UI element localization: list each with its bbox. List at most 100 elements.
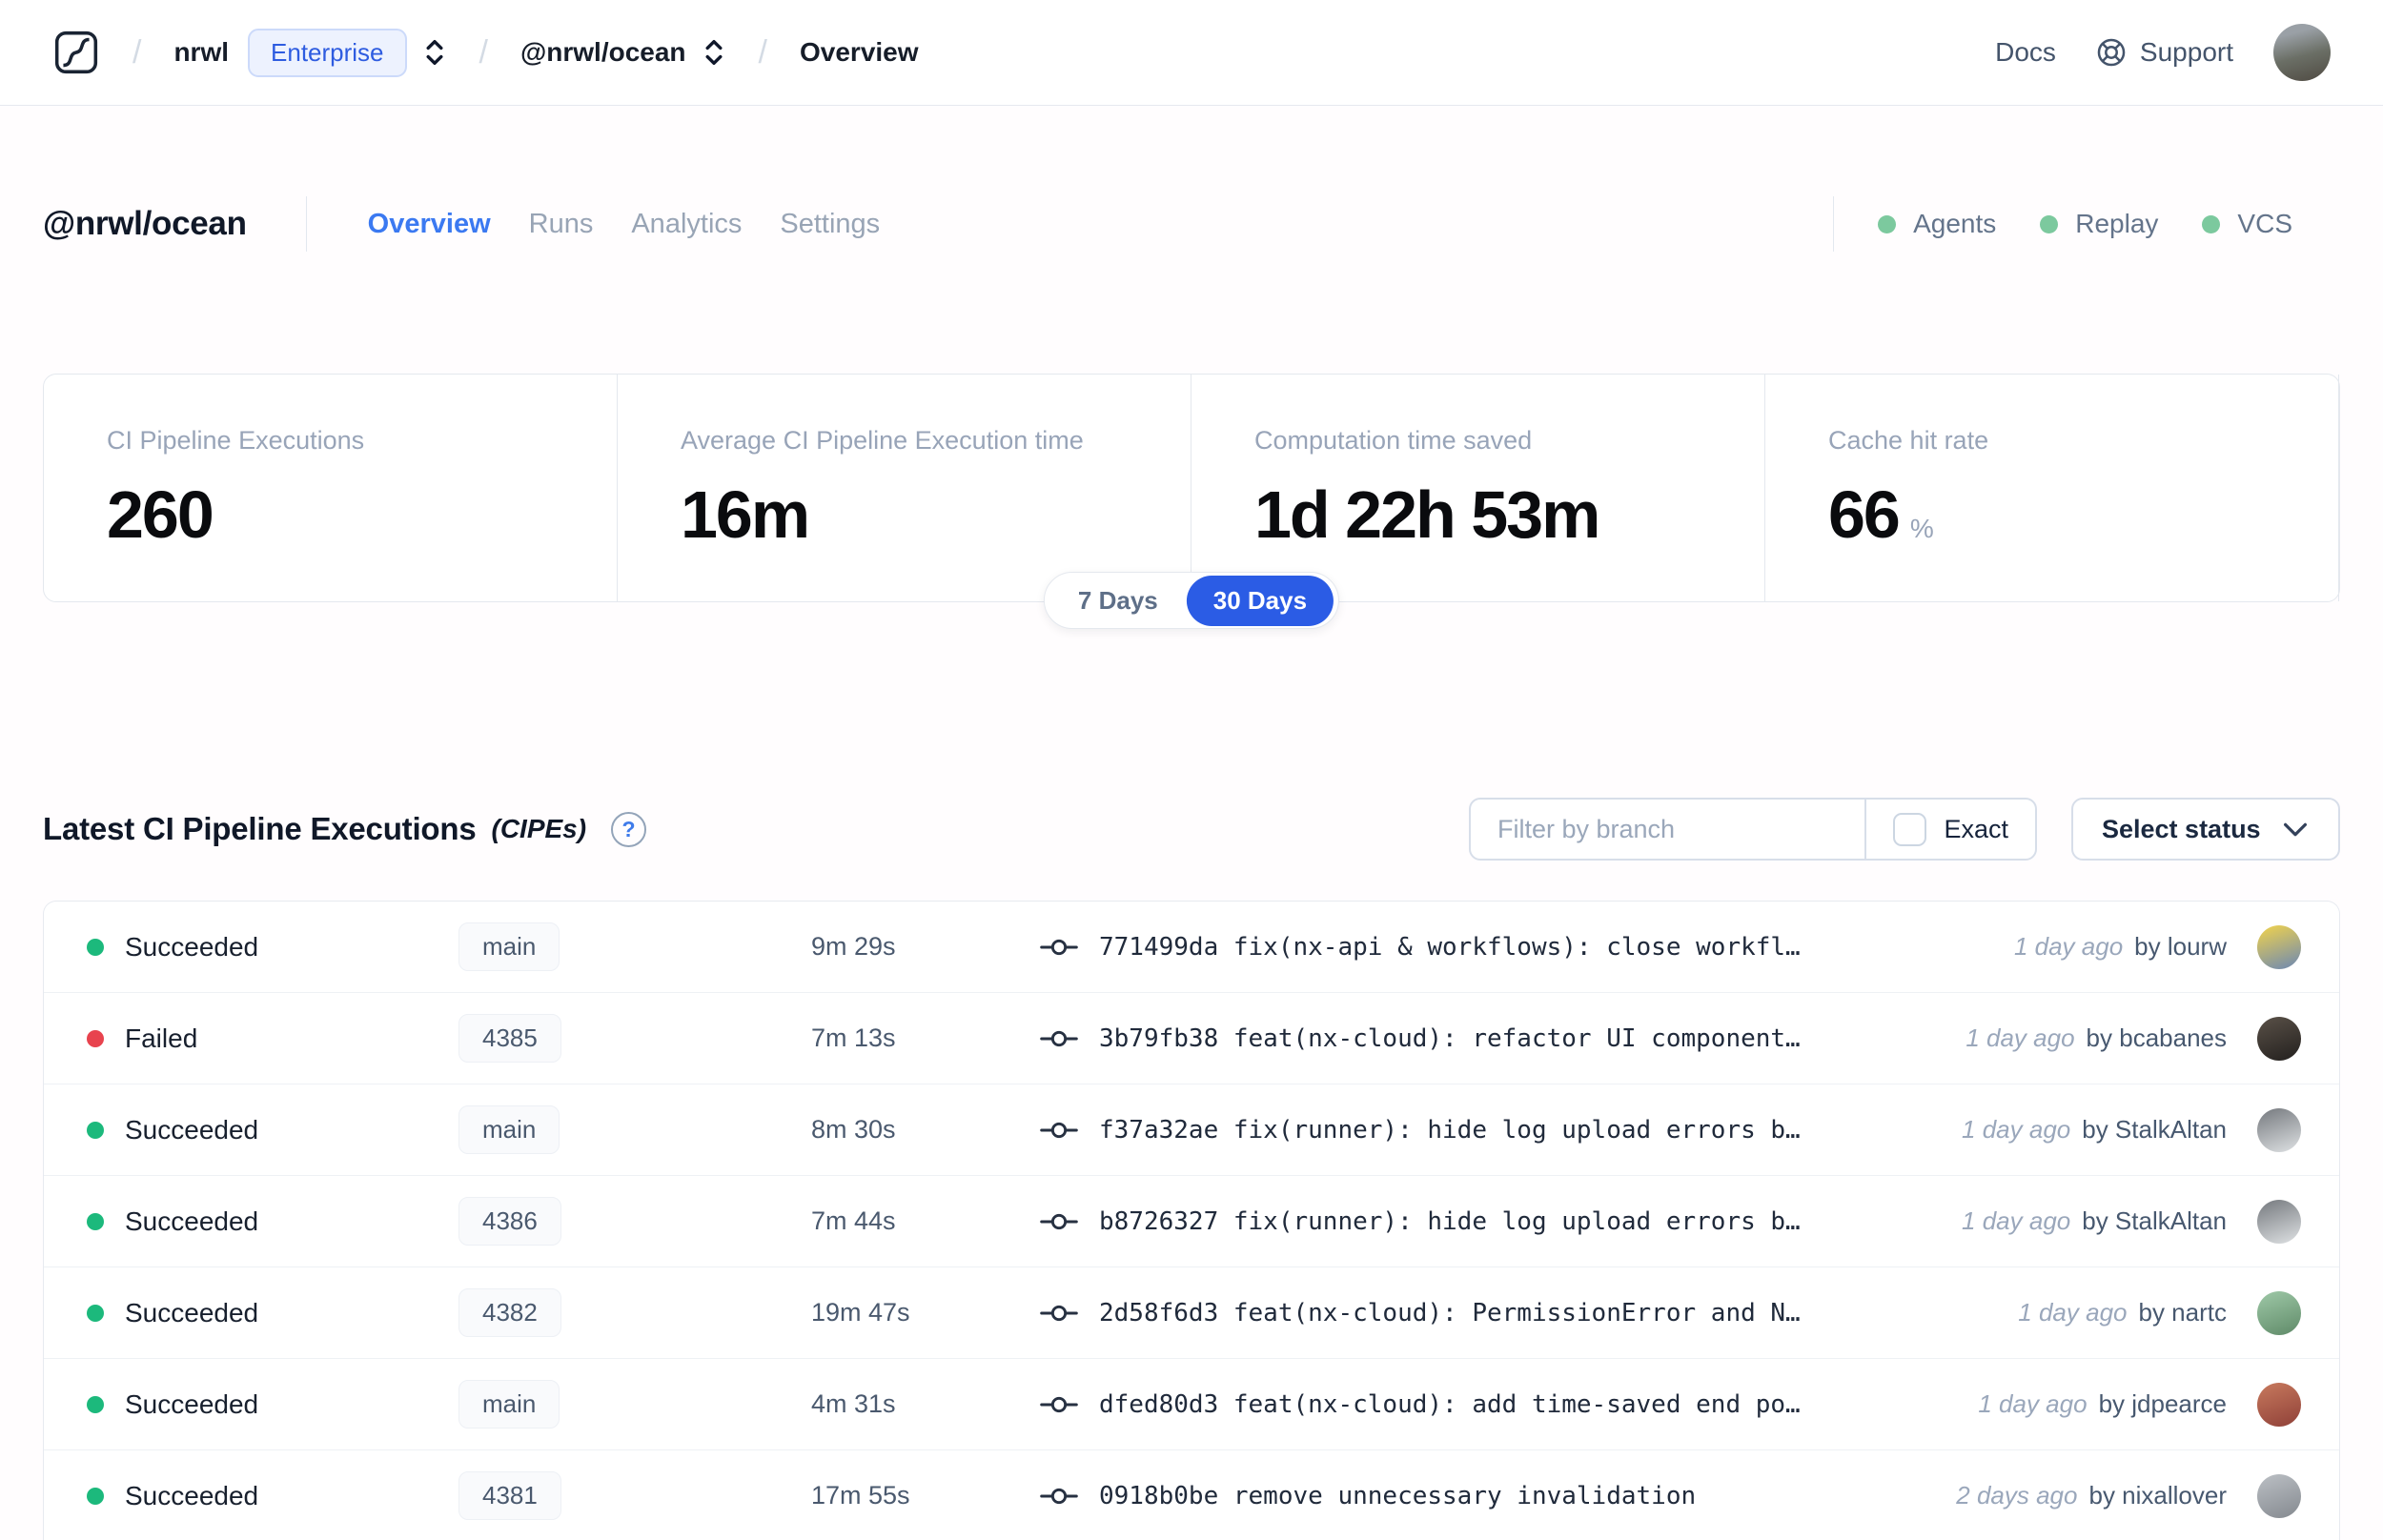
commit-cell: f37a32ae fix(runner): hide log upload er… (1040, 1116, 1962, 1145)
git-commit-icon (1040, 1213, 1078, 1229)
author-label: by bcabanes (2086, 1023, 2227, 1052)
feature-status-legend: Agents Replay VCS (1833, 196, 2340, 252)
workspace-switcher-chevron-icon[interactable] (702, 36, 726, 69)
status-label: Succeeded (125, 1388, 259, 1419)
branch-filter-input[interactable] (1471, 800, 1865, 859)
table-row[interactable]: Succeeded main 9m 29s 771499da fix(nx-ap… (44, 902, 2339, 993)
table-row[interactable]: Succeeded 4386 7m 44s b8726327 fix(runne… (44, 1176, 2339, 1267)
workspace-title: @nrwl/ocean (43, 205, 247, 242)
duration-label: 8m 30s (811, 1115, 896, 1144)
status-dot-icon (87, 1121, 104, 1139)
timestamp: 1 day ago (1962, 1115, 2071, 1144)
breadcrumb-workspace[interactable]: @nrwl/ocean (520, 37, 686, 68)
timestamp: 2 days ago (1956, 1481, 2078, 1510)
commit-message: 0918b0be remove unnecessary invalidation (1099, 1481, 1697, 1510)
duration-label: 17m 55s (811, 1481, 910, 1510)
select-status-dropdown[interactable]: Select status (2071, 798, 2340, 861)
table-row[interactable]: Succeeded 4381 17m 55s 0918b0be remove u… (44, 1450, 2339, 1540)
branch-cell: 4382 (458, 1288, 811, 1337)
timestamp: 1 day ago (1978, 1389, 2088, 1418)
tab-overview[interactable]: Overview (368, 209, 491, 240)
status-dot-icon (87, 1395, 104, 1413)
meta-cell: 1 day ago by StalkAltan (1962, 1199, 2301, 1244)
commit-message: 2d58f6d3 feat(nx-cloud): PermissionError… (1099, 1298, 1801, 1327)
branch-cell: main (458, 1380, 811, 1429)
status-label: Succeeded (125, 1297, 259, 1327)
nx-cloud-logo-icon[interactable] (52, 29, 100, 76)
meta-cell: 1 day ago by jdpearce (1978, 1382, 2301, 1427)
cipe-table: Succeeded main 9m 29s 771499da fix(nx-ap… (43, 901, 2340, 1540)
status-dot-icon (87, 1304, 104, 1322)
branch-cell: 4386 (458, 1197, 811, 1246)
status-label: Failed (125, 1023, 198, 1053)
timestamp: 1 day ago (2013, 932, 2124, 961)
git-commit-icon (1040, 1488, 1078, 1504)
org-switcher-chevron-icon[interactable] (422, 36, 447, 69)
exact-checkbox[interactable] (1893, 812, 1927, 846)
status-dot-icon (87, 1487, 104, 1505)
timestamp: 1 day ago (2018, 1298, 2128, 1327)
breadcrumb-separator: / (132, 33, 142, 71)
docs-link[interactable]: Docs (1995, 37, 2056, 68)
toggle-7-days[interactable]: 7 Days (1049, 586, 1187, 616)
commit-cell: 3b79fb38 feat(nx-cloud): refactor UI com… (1040, 1024, 1965, 1053)
branch-cell: 4385 (458, 1014, 811, 1063)
author-label: by lourw (2134, 932, 2227, 961)
table-row[interactable]: Succeeded main 4m 31s dfed80d3 feat(nx-c… (44, 1359, 2339, 1450)
table-row[interactable]: Succeeded 4382 19m 47s 2d58f6d3 feat(nx-… (44, 1267, 2339, 1359)
breadcrumb: / nrwl Enterprise / @nrwl/ocean / Overvi… (52, 28, 919, 77)
breadcrumb-separator: / (479, 33, 488, 71)
status-label: Succeeded (125, 1480, 259, 1510)
green-status-dot-icon (1878, 214, 1897, 233)
commit-cell: b8726327 fix(runner): hide log upload er… (1040, 1207, 1962, 1236)
breadcrumb-org[interactable]: nrwl (173, 37, 229, 68)
stat-value: 16m (681, 477, 810, 552)
status-agents: Agents (1878, 209, 1996, 239)
author-avatar (2257, 1107, 2301, 1152)
status-cell: Succeeded (87, 1206, 458, 1237)
table-row[interactable]: Failed 4385 7m 13s 3b79fb38 feat(nx-clou… (44, 993, 2339, 1084)
status-cell: Succeeded (87, 1389, 458, 1420)
tab-settings[interactable]: Settings (780, 209, 880, 240)
divider (1833, 196, 1835, 252)
author-avatar (2257, 1473, 2301, 1518)
timestamp: 1 day ago (1962, 1206, 2071, 1235)
stat-value: 260 (107, 477, 214, 552)
workspace-header: @nrwl/ocean Overview Runs Analytics Sett… (43, 196, 2340, 252)
stats-cards: CI Pipeline Executions 260 Average CI Pi… (43, 374, 2340, 629)
breadcrumb-page: Overview (800, 37, 919, 67)
stat-computation-time-saved: Computation time saved 1d 22h 53m (1192, 375, 1765, 601)
stat-average-execution-time: Average CI Pipeline Execution time 16m (618, 375, 1192, 601)
branch-badge: main (458, 922, 560, 971)
tab-runs[interactable]: Runs (529, 209, 594, 240)
chevron-down-icon (2284, 822, 2307, 837)
percent-suffix: % (1909, 514, 1934, 543)
commit-cell: 0918b0be remove unnecessary invalidation (1040, 1482, 1956, 1510)
branch-cell: main (458, 922, 811, 971)
date-range-toggle: 7 Days 30 Days (1043, 572, 1340, 629)
author-avatar (2257, 1016, 2301, 1061)
stat-label: Cache hit rate (1828, 426, 1989, 455)
git-commit-icon (1040, 1396, 1078, 1412)
status-replay: Replay (2040, 209, 2158, 239)
duration-label: 19m 47s (811, 1298, 910, 1327)
table-row[interactable]: Succeeded main 8m 30s f37a32ae fix(runne… (44, 1084, 2339, 1176)
commit-cell: 771499da fix(nx-api & workflows): close … (1040, 933, 2014, 962)
git-commit-icon (1040, 1305, 1078, 1321)
help-icon[interactable]: ? (611, 811, 647, 847)
enterprise-badge: Enterprise (248, 28, 407, 77)
tab-analytics[interactable]: Analytics (631, 209, 742, 240)
exact-label: Exact (1944, 814, 2008, 843)
duration-label: 7m 44s (811, 1206, 896, 1235)
support-link[interactable]: Support (2096, 37, 2233, 68)
status-label: Succeeded (125, 931, 259, 962)
stat-ci-pipeline-executions: CI Pipeline Executions 260 (44, 375, 618, 601)
toggle-30-days[interactable]: 30 Days (1186, 575, 1334, 626)
commit-cell: 2d58f6d3 feat(nx-cloud): PermissionError… (1040, 1299, 2018, 1327)
git-commit-icon (1040, 939, 1078, 955)
author-avatar (2257, 924, 2301, 969)
meta-cell: 2 days ago by nixallover (1956, 1473, 2301, 1518)
status-vcs: VCS (2202, 209, 2292, 239)
user-avatar[interactable] (2273, 24, 2331, 81)
stat-value: 1d 22h 53m (1254, 477, 1600, 552)
